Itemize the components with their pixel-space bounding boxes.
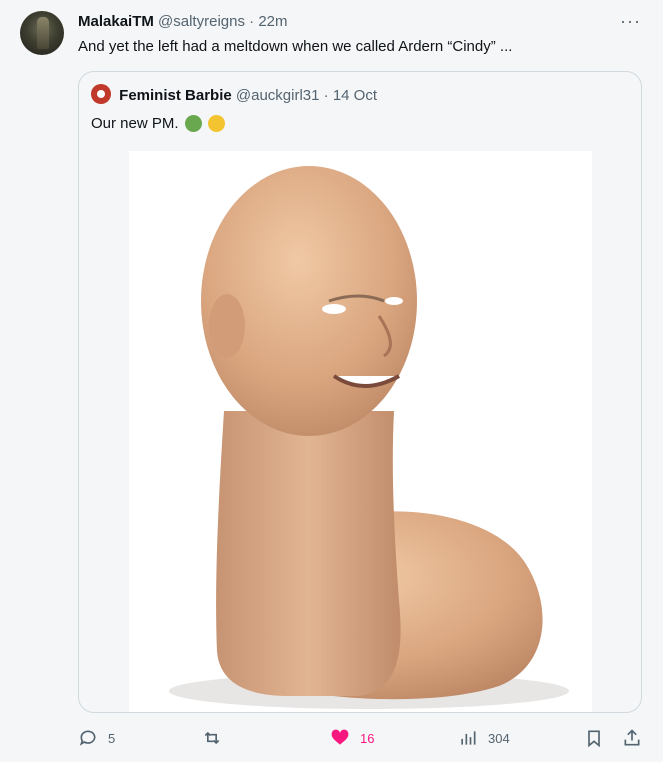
repost-icon bbox=[204, 731, 220, 745]
reply-count: 5 bbox=[108, 730, 116, 746]
share-icon bbox=[624, 729, 640, 746]
author-avatar[interactable] bbox=[20, 11, 64, 55]
bookmark-button[interactable] bbox=[584, 726, 614, 750]
views-button[interactable]: 304 bbox=[458, 726, 510, 750]
repost-button[interactable] bbox=[202, 726, 232, 750]
heart-icon bbox=[331, 729, 349, 745]
quoted-tweet-image[interactable] bbox=[129, 151, 592, 712]
face-vomiting-icon bbox=[207, 114, 225, 132]
like-button[interactable]: 16 bbox=[330, 726, 374, 750]
quoted-tweet-header: Feminist Barbie @auckgirl31 · 14 Oct bbox=[91, 84, 377, 106]
avatar-figure bbox=[37, 17, 49, 49]
quoted-post-date[interactable]: 14 Oct bbox=[333, 87, 377, 104]
author-name[interactable]: MalakaiTM bbox=[78, 13, 154, 30]
image-illustration bbox=[169, 166, 569, 709]
reply-button[interactable]: 5 bbox=[78, 726, 115, 750]
more-options-icon[interactable]: ··· bbox=[620, 12, 641, 30]
author-handle[interactable]: @saltyreigns bbox=[158, 13, 245, 30]
tweet[interactable]: MalakaiTM @saltyreigns · 22m ··· And yet… bbox=[0, 0, 663, 762]
post-time[interactable]: 22m bbox=[258, 13, 287, 30]
tweet-text: And yet the left had a meltdown when we … bbox=[78, 38, 513, 55]
quoted-tweet[interactable]: Feminist Barbie @auckgirl31 · 14 Oct Our… bbox=[78, 71, 642, 713]
quoted-author-avatar-icon[interactable] bbox=[91, 84, 111, 105]
views-chart-icon bbox=[461, 731, 476, 745]
reply-icon bbox=[79, 730, 96, 746]
tweet-header: MalakaiTM @saltyreigns · 22m bbox=[78, 13, 288, 31]
quoted-text-content: Our new PM. bbox=[91, 115, 179, 132]
quoted-author-name[interactable]: Feminist Barbie bbox=[119, 87, 232, 104]
separator-dot: · bbox=[323, 87, 329, 104]
like-count: 16 bbox=[360, 730, 375, 746]
share-button[interactable] bbox=[622, 726, 652, 750]
nauseated-face-icon bbox=[184, 114, 202, 132]
quoted-tweet-text: Our new PM. bbox=[91, 114, 225, 134]
quoted-author-handle[interactable]: @auckgirl31 bbox=[236, 87, 320, 104]
separator-dot: · bbox=[249, 13, 255, 30]
tweet-actions: 5 16 304 bbox=[78, 726, 648, 750]
view-count: 304 bbox=[488, 730, 510, 746]
bookmark-icon bbox=[588, 730, 600, 748]
